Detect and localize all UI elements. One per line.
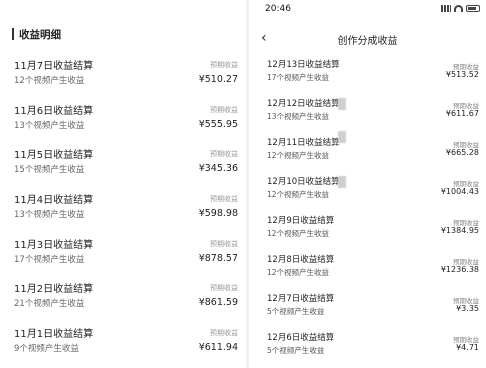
expected-earnings-label: 预期收益 <box>210 329 238 337</box>
redaction-mark <box>338 98 346 110</box>
settlement-date: 12月13日收益结算 <box>267 60 340 70</box>
settlement-date: 11月3日收益结算 <box>14 240 94 251</box>
right-earnings-panel: 20:46 ‹ 创作分成收益 12月13日收益结算 17个视频产生收益 预期收益… <box>249 0 486 368</box>
expected-earnings-label: 预期收益 <box>210 240 238 248</box>
video-count: 12个视频产生收益 <box>14 76 85 86</box>
earnings-row[interactable]: 12月7日收益结算 5个视频产生收益 预期收益 ¥3.35 <box>267 292 481 322</box>
expected-earnings-label: 预期收益 <box>210 150 238 158</box>
earnings-amount: ¥878.57 <box>198 253 238 264</box>
video-count: 12个视频产生收益 <box>267 229 330 238</box>
settlement-date: 12月9日收益结算 <box>267 216 335 226</box>
earnings-row[interactable]: 11月4日收益结算 13个视频产生收益 预期收益 ¥598.98 <box>14 191 240 225</box>
video-count: 12个视频产生收益 <box>267 268 330 277</box>
header-accent-bar <box>12 28 14 40</box>
earnings-row[interactable]: 11月3日收益结算 17个视频产生收益 预期收益 ¥878.57 <box>14 236 240 270</box>
video-count: 9个视频产生收益 <box>14 344 79 354</box>
earnings-amount: ¥611.94 <box>198 342 238 353</box>
panel-header: 收益明细 <box>12 25 242 43</box>
earnings-amount: ¥345.36 <box>198 163 238 174</box>
video-count: 21个视频产生收益 <box>14 299 85 309</box>
settlement-date: 12月8日收益结算 <box>267 255 335 265</box>
redaction-mark <box>338 176 346 188</box>
video-count: 15个视频产生收益 <box>14 165 85 175</box>
earnings-amount: ¥1384.95 <box>440 226 479 235</box>
page-title: 收益明细 <box>19 28 61 41</box>
video-count: 12个视频产生收益 <box>267 151 330 160</box>
settlement-date: 12月12日收益结算 <box>267 99 340 109</box>
settlement-date: 12月10日收益结算 <box>267 177 340 187</box>
status-time: 20:46 <box>265 4 291 14</box>
earnings-row[interactable]: 11月6日收益结算 13个视频产生收益 预期收益 ¥555.95 <box>14 102 240 136</box>
video-count: 13个视频产生收益 <box>14 210 85 220</box>
video-count: 13个视频产生收益 <box>267 112 330 121</box>
video-count: 17个视频产生收益 <box>14 255 85 265</box>
settlement-date: 11月5日收益结算 <box>14 150 94 161</box>
settlement-date: 11月2日收益结算 <box>14 284 94 295</box>
earnings-row[interactable]: 12月6日收益结算 5个视频产生收益 预期收益 ¥4.71 <box>267 331 481 361</box>
settlement-date: 11月1日收益结算 <box>14 329 94 340</box>
expected-earnings-label: 预期收益 <box>210 106 238 114</box>
earnings-amount: ¥598.98 <box>198 208 238 219</box>
earnings-row[interactable]: 12月8日收益结算 12个视频产生收益 预期收益 ¥1236.38 <box>267 253 481 283</box>
settlement-date: 12月11日收益结算 <box>267 138 340 148</box>
earnings-row[interactable]: 12月10日收益结算 12个视频产生收益 预期收益 ¥1004.43 <box>267 175 481 205</box>
video-count: 12个视频产生收益 <box>267 190 330 199</box>
settlement-date: 11月6日收益结算 <box>14 106 94 117</box>
settlement-date: 12月7日收益结算 <box>267 294 335 304</box>
earnings-row[interactable]: 12月13日收益结算 17个视频产生收益 预期收益 ¥513.52 <box>267 58 481 88</box>
video-count: 5个视频产生收益 <box>267 346 325 355</box>
signal-icon <box>441 5 451 12</box>
settlement-date: 12月6日收益结算 <box>267 333 335 343</box>
earnings-amount: ¥611.67 <box>445 109 479 118</box>
earnings-row[interactable]: 11月1日收益结算 9个视频产生收益 预期收益 ¥611.94 <box>14 325 240 359</box>
earnings-amount: ¥665.28 <box>445 148 479 157</box>
earnings-amount: ¥3.35 <box>456 304 479 313</box>
earnings-amount: ¥555.95 <box>198 119 238 130</box>
video-count: 17个视频产生收益 <box>267 73 330 82</box>
expected-earnings-label: 预期收益 <box>210 284 238 292</box>
earnings-row[interactable]: 11月5日收益结算 15个视频产生收益 预期收益 ¥345.36 <box>14 146 240 180</box>
battery-icon <box>466 5 480 12</box>
expected-earnings-label: 预期收益 <box>210 61 238 69</box>
nav-bar: ‹ 创作分成收益 <box>249 28 486 48</box>
earnings-amount: ¥4.71 <box>456 343 479 352</box>
earnings-amount: ¥510.27 <box>198 74 238 85</box>
earnings-row[interactable]: 11月7日收益结算 12个视频产生收益 预期收益 ¥510.27 <box>14 57 240 91</box>
redaction-mark <box>338 131 346 143</box>
video-count: 5个视频产生收益 <box>267 307 325 316</box>
earnings-amount: ¥1004.43 <box>440 187 479 196</box>
left-earnings-panel: 收益明细 11月7日收益结算 12个视频产生收益 预期收益 ¥510.27 11… <box>0 0 246 368</box>
video-count: 13个视频产生收益 <box>14 121 85 131</box>
settlement-date: 11月7日收益结算 <box>14 61 94 72</box>
page-title: 创作分成收益 <box>337 36 398 47</box>
expected-earnings-label: 预期收益 <box>210 195 238 203</box>
earnings-row[interactable]: 12月11日收益结算 12个视频产生收益 预期收益 ¥665.28 <box>267 136 481 166</box>
settlement-date: 11月4日收益结算 <box>14 195 94 206</box>
status-bar-icons <box>441 5 480 12</box>
earnings-amount: ¥861.59 <box>198 297 238 308</box>
earnings-row[interactable]: 12月12日收益结算 13个视频产生收益 预期收益 ¥611.67 <box>267 97 481 127</box>
earnings-row[interactable]: 12月9日收益结算 12个视频产生收益 预期收益 ¥1384.95 <box>267 214 481 244</box>
earnings-amount: ¥1236.38 <box>440 265 479 274</box>
wifi-icon <box>454 5 463 12</box>
earnings-amount: ¥513.52 <box>445 70 479 79</box>
earnings-row[interactable]: 11月2日收益结算 21个视频产生收益 预期收益 ¥861.59 <box>14 280 240 314</box>
